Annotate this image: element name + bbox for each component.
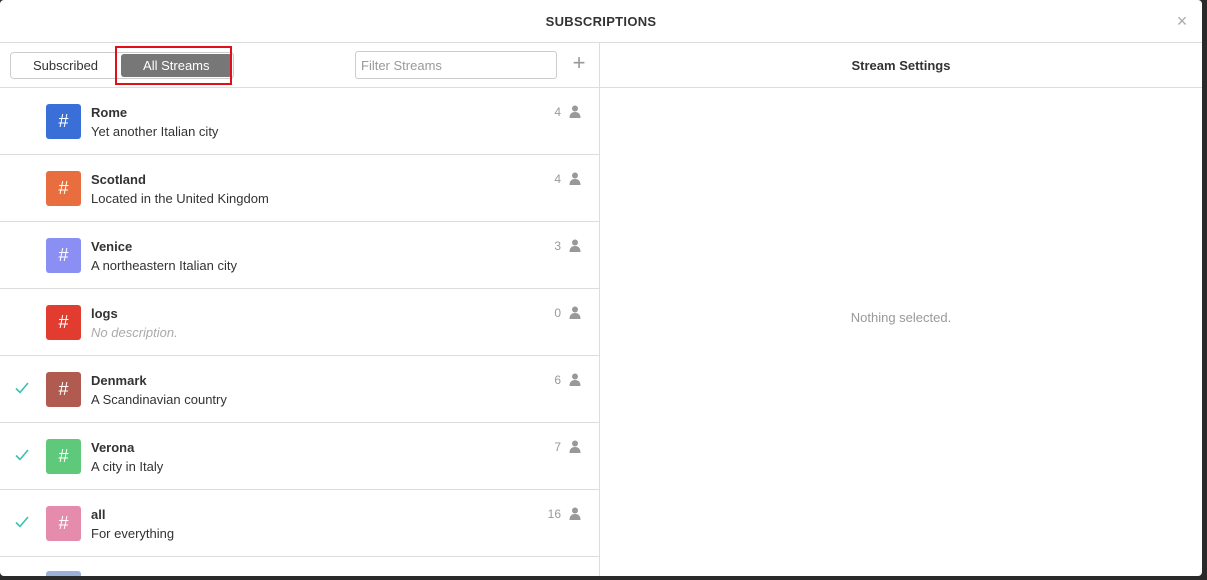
modal-title: SUBSCRIPTIONS: [545, 13, 657, 29]
stream-row[interactable]: # Rome Yet another Italian city 4: [0, 88, 599, 155]
checkmark-icon[interactable]: [14, 514, 30, 530]
user-icon: [569, 172, 581, 185]
stream-color-swatch: #: [46, 305, 81, 340]
stream-name: Denmark: [91, 373, 147, 388]
stream-name: all: [91, 507, 106, 522]
user-icon: [569, 440, 581, 453]
stream-row[interactable]: # logs No description. 0: [0, 289, 599, 356]
stream-description: A Scandinavian country: [91, 392, 227, 407]
stream-row[interactable]: # Venice A northeastern Italian city 3: [0, 222, 599, 289]
stream-color-swatch: #: [46, 171, 81, 206]
streams-panel: Subscribed All Streams + # Rome Yet anothe…: [0, 43, 600, 576]
stream-description: Located in the United Kingdom: [91, 191, 269, 206]
stream-list: # Rome Yet another Italian city 4 # Scotland L…: [0, 88, 599, 576]
stream-name: Verona: [91, 440, 135, 455]
subscriber-count: 4: [554, 105, 561, 119]
subscriptions-modal: SUBSCRIPTIONS × Subscribed All Streams +…: [0, 0, 1202, 576]
user-icon: [569, 105, 581, 118]
stream-description: A northeastern Italian city: [91, 258, 237, 273]
subscriber-count: 0: [554, 306, 561, 320]
tab-all-streams[interactable]: All Streams: [121, 53, 232, 77]
nothing-selected-message: Nothing selected.: [850, 309, 952, 325]
modal-body: Subscribed All Streams + # Rome Yet anothe…: [0, 43, 1202, 576]
subscriber-count: 16: [547, 507, 561, 521]
stream-color-swatch: #: [46, 439, 81, 474]
stream-row-partial[interactable]: [0, 557, 599, 576]
stream-color-swatch: #: [46, 104, 81, 139]
stream-description: Yet another Italian city: [91, 124, 219, 139]
checkmark-icon[interactable]: [14, 380, 30, 396]
subscriber-count: 6: [554, 373, 561, 387]
stream-description: No description.: [91, 325, 178, 340]
tab-subscribed[interactable]: Subscribed: [11, 52, 121, 78]
add-stream-icon[interactable]: +: [569, 52, 589, 76]
user-icon: [569, 239, 581, 252]
subscriber-count: 4: [554, 172, 561, 186]
stream-settings-title: Stream Settings: [851, 57, 951, 73]
stream-name: Scotland: [91, 172, 146, 187]
stream-row[interactable]: # all For everything 16: [0, 490, 599, 557]
stream-color-swatch: [46, 571, 81, 576]
stream-color-swatch: #: [46, 372, 81, 407]
stream-settings-content: Nothing selected.: [600, 88, 1202, 576]
user-icon: [569, 373, 581, 386]
stream-row[interactable]: # Verona A city in Italy 7: [0, 423, 599, 490]
close-icon[interactable]: ×: [1172, 11, 1192, 31]
subscriber-count: 7: [554, 440, 561, 454]
stream-settings-header: Stream Settings: [600, 43, 1202, 88]
stream-tab-switcher: Subscribed All Streams: [10, 51, 234, 79]
streams-toolbar: Subscribed All Streams +: [0, 43, 599, 88]
stream-row[interactable]: # Scotland Located in the United Kingdom 4: [0, 155, 599, 222]
stream-name: logs: [91, 306, 118, 321]
stream-settings-panel: Stream Settings Nothing selected.: [600, 43, 1202, 576]
stream-name: Rome: [91, 105, 128, 120]
stream-color-swatch: #: [46, 506, 81, 541]
user-icon: [569, 507, 581, 520]
checkmark-icon[interactable]: [14, 447, 30, 463]
stream-description: For everything: [91, 526, 175, 541]
user-icon: [569, 306, 581, 319]
modal-header: SUBSCRIPTIONS ×: [0, 0, 1202, 43]
filter-streams-input[interactable]: [355, 51, 557, 79]
subscriber-count: 3: [554, 239, 561, 253]
stream-color-swatch: #: [46, 238, 81, 273]
stream-description: A city in Italy: [91, 459, 164, 474]
stream-row[interactable]: # Denmark A Scandinavian country 6: [0, 356, 599, 423]
stream-name: Venice: [91, 239, 133, 254]
